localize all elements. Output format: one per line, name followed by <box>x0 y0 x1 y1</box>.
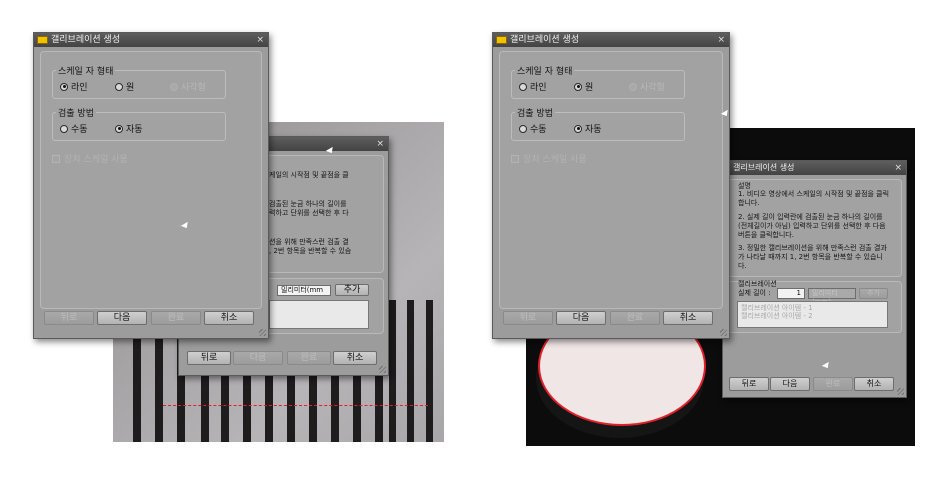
cancel-button[interactable]: 취소 <box>333 351 377 365</box>
radio-manual[interactable]: 수동 <box>519 122 547 135</box>
radio-line[interactable]: 라인 <box>60 80 88 93</box>
instruction-text: 션을 위해 만족스런 검출 결 <box>269 238 349 246</box>
length-input[interactable]: 1 <box>777 288 805 299</box>
close-icon[interactable]: × <box>256 33 264 47</box>
calibration-dialog-left: 갤리브레이션 생성 × 스케일 자 형태 라인 원 사각형 검출 방법 수동 자… <box>33 32 269 339</box>
list-item[interactable]: 캘리브레이션 아이템 - 2 <box>741 312 884 320</box>
back-button[interactable]: 뒤로 <box>729 377 769 391</box>
scale-tick <box>426 300 433 442</box>
scale-shape-label: 스케일 자 형태 <box>515 64 575 77</box>
next-button[interactable]: 다음 <box>233 351 283 365</box>
calibration-dialog-right: 갤리브레이션 생성 × 스케일 자 형태 라인 원 사각형 검출 방법 수동 자… <box>492 32 730 339</box>
radio-dot <box>170 82 178 91</box>
radio-line[interactable]: 라인 <box>519 80 547 93</box>
dialog-titlebar: 갤리브레이션 생성 <box>723 161 906 175</box>
instruction-step-1: 1. 비디오 영상에서 스케일의 시작점 및 끝점을 클릭합니다. <box>738 190 890 207</box>
radio-rectangle[interactable]: 사각형 <box>629 80 665 93</box>
scale-tick <box>331 372 339 442</box>
resize-grip[interactable] <box>897 388 904 395</box>
finish-button[interactable]: 완료 <box>610 311 660 325</box>
dialog-titlebar: 갤리브레이션 생성 <box>34 33 268 47</box>
cancel-button[interactable]: 취소 <box>854 377 894 391</box>
instruction-step-3: 3. 정밀한 캘리브레이션을 위해 만족스런 검출 결과가 나타날 때까지 1,… <box>738 244 887 270</box>
resize-grip[interactable] <box>259 329 266 336</box>
back-button[interactable]: 뒤로 <box>44 311 94 325</box>
close-icon[interactable]: × <box>376 137 384 151</box>
scale-tick <box>309 372 317 442</box>
radio-dot <box>115 124 123 133</box>
radio-auto[interactable]: 자동 <box>115 122 143 135</box>
measure-line <box>163 405 428 406</box>
radio-auto[interactable]: 자동 <box>574 122 602 135</box>
scale-tick <box>287 372 295 442</box>
detect-method-label: 검출 방법 <box>515 106 555 119</box>
scale-tick <box>389 300 396 442</box>
scale-tick <box>375 372 383 442</box>
back-button[interactable]: 뒤로 <box>503 311 553 325</box>
radio-circle[interactable]: 원 <box>574 80 593 93</box>
finish-button[interactable]: 완료 <box>287 351 331 365</box>
radio-manual[interactable]: 수동 <box>60 122 88 135</box>
device-scale-checkbox[interactable]: 장치 스케일 사용 <box>52 152 128 165</box>
checkbox-box <box>52 154 60 163</box>
scale-tick <box>221 372 229 442</box>
resize-grip[interactable] <box>379 366 386 373</box>
radio-circle[interactable]: 원 <box>115 80 134 93</box>
calibration-list[interactable] <box>269 300 369 329</box>
radio-dot <box>60 82 68 91</box>
next-button[interactable]: 다음 <box>97 311 147 325</box>
finish-button[interactable]: 완료 <box>151 311 201 325</box>
instruction-step-2: 2. 실제 길이 입력란에 검출된 눈금 하나의 길이를 (전체길이가 아님) … <box>738 213 886 239</box>
dialog-title: 갤리브레이션 생성 <box>51 35 121 45</box>
dialog-title: 갤리브레이션 생성 <box>733 163 795 172</box>
checkbox-box <box>511 154 519 163</box>
app-icon <box>496 36 507 44</box>
calibration-list[interactable]: 캘리브레이션 아이템 - 1 캘리브레이션 아이템 - 2 <box>737 301 888 328</box>
finish-button[interactable]: 완료 <box>813 377 853 391</box>
scale-tick <box>407 300 414 442</box>
radio-rectangle[interactable]: 사각형 <box>170 80 206 93</box>
next-button[interactable]: 다음 <box>770 377 810 391</box>
instruction-text: , 2번 항목을 반복할 수 있슴 <box>269 247 352 255</box>
cancel-button[interactable]: 취소 <box>204 311 254 325</box>
dialog-titlebar: 갤리브레이션 생성 <box>493 33 729 47</box>
close-icon[interactable]: × <box>717 33 725 47</box>
calibration-dialog-back-right: 갤리브레이션 생성 × 설명 1. 비디오 영상에서 스케일의 시작점 및 끝점… <box>722 160 907 398</box>
unit-select[interactable]: 밀리미터(mm) <box>808 288 856 306</box>
add-button[interactable]: 추가 <box>859 288 888 299</box>
scale-tick <box>201 372 209 442</box>
app-icon <box>37 36 48 44</box>
radio-dot <box>60 124 68 133</box>
radio-dot <box>629 82 637 91</box>
resize-grip[interactable] <box>720 329 727 336</box>
list-item[interactable]: 캘리브레이션 아이템 - 1 <box>741 304 884 312</box>
length-label: 실제 길이 : <box>738 289 771 297</box>
cancel-button[interactable]: 취소 <box>663 311 713 325</box>
unit-select[interactable]: 밀리미터(mm <box>277 285 331 296</box>
instruction-text: 력하고 단위를 선택한 후 다 <box>269 209 349 217</box>
add-button[interactable]: 추가 <box>335 284 369 296</box>
detect-method-label: 검출 방법 <box>56 106 96 119</box>
instruction-text: 케일의 시작점 및 끝점을 클 <box>269 171 349 179</box>
radio-dot <box>574 124 582 133</box>
radio-dot <box>115 82 123 91</box>
radio-dot <box>519 82 527 91</box>
dialog-title: 갤리브레이션 생성 <box>510 35 580 45</box>
scale-tick <box>353 372 361 442</box>
scale-shape-label: 스케일 자 형태 <box>56 64 116 77</box>
instruction-text: 검출된 눈금 하나의 길이를 <box>269 200 347 208</box>
device-scale-checkbox[interactable]: 장치 스케일 사용 <box>511 152 587 165</box>
calibration-label: 캘리브레이션 <box>738 280 777 288</box>
radio-dot <box>574 82 582 91</box>
scale-tick <box>243 372 251 442</box>
scale-tick <box>265 372 273 442</box>
next-button[interactable]: 다음 <box>556 311 606 325</box>
back-button[interactable]: 뒤로 <box>187 351 231 365</box>
close-icon[interactable]: × <box>894 161 902 175</box>
radio-dot <box>519 124 527 133</box>
